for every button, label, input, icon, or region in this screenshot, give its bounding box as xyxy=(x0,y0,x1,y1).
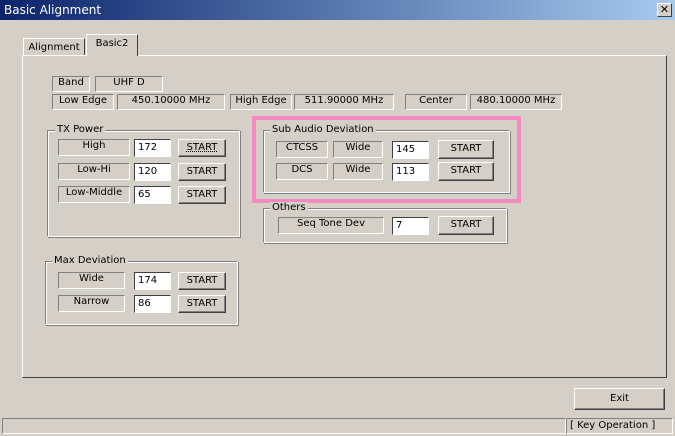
ctcss-mode: Wide xyxy=(333,141,383,158)
close-button[interactable]: ✕ xyxy=(657,3,672,17)
status-mode: [ Key Operation ] xyxy=(566,418,673,434)
tx-high-label: High xyxy=(58,139,130,156)
dcs-input[interactable]: 113 xyxy=(392,163,429,181)
window-title: Basic Alignment xyxy=(4,3,102,17)
exit-button[interactable]: Exit xyxy=(574,388,665,410)
ctcss-label: CTCSS xyxy=(276,141,328,158)
tab-alignment[interactable]: Alignment xyxy=(23,38,85,55)
high-edge-label: High Edge xyxy=(230,94,292,110)
tx-low-hi-input[interactable]: 120 xyxy=(134,163,171,181)
others-title: Others xyxy=(270,202,308,214)
seq-tone-dev-input[interactable]: 7 xyxy=(392,217,429,235)
max-dev-narrow-input[interactable]: 86 xyxy=(134,295,171,313)
tx-low-middle-start-button[interactable]: START xyxy=(178,186,226,204)
max-deviation-title: Max Deviation xyxy=(52,255,128,267)
tx-high-input[interactable]: 172 xyxy=(134,139,171,157)
max-dev-narrow-label: Narrow xyxy=(58,295,125,312)
tab-basic2[interactable]: Basic2 xyxy=(86,34,138,56)
tx-power-title: TX Power xyxy=(55,124,106,136)
center-value: 480.10000 MHz xyxy=(470,94,562,110)
dcs-mode: Wide xyxy=(333,163,383,180)
band-value: UHF D xyxy=(95,76,163,92)
ctcss-start-button[interactable]: START xyxy=(438,140,494,159)
max-dev-wide-start-button[interactable]: START xyxy=(178,272,226,290)
seq-tone-dev-start-button[interactable]: START xyxy=(438,216,494,235)
dcs-label: DCS xyxy=(276,163,328,180)
sub-audio-title: Sub Audio Deviation xyxy=(270,124,376,136)
max-dev-narrow-start-button[interactable]: START xyxy=(178,295,226,313)
tx-low-hi-label: Low-Hi xyxy=(58,163,130,180)
tx-high-start-button[interactable]: START xyxy=(178,139,226,157)
seq-tone-dev-label: Seq Tone Dev xyxy=(278,217,384,234)
title-bar: Basic Alignment xyxy=(0,0,675,20)
tx-low-hi-start-button[interactable]: START xyxy=(178,163,226,181)
ctcss-input[interactable]: 145 xyxy=(392,141,429,159)
dcs-start-button[interactable]: START xyxy=(438,162,494,181)
tab-basic2-label: Basic2 xyxy=(95,38,129,49)
high-edge-value: 511.90000 MHz xyxy=(294,94,394,110)
tx-low-middle-label: Low-Middle xyxy=(58,186,130,203)
low-edge-value: 450.10000 MHz xyxy=(117,94,225,110)
low-edge-label: Low Edge xyxy=(52,94,114,110)
close-icon: ✕ xyxy=(659,3,670,16)
status-bar xyxy=(2,418,566,434)
band-label: Band xyxy=(52,76,90,92)
max-deviation-group xyxy=(45,261,238,325)
tx-low-middle-input[interactable]: 65 xyxy=(134,186,171,204)
max-dev-wide-input[interactable]: 174 xyxy=(134,272,171,290)
tab-alignment-label: Alignment xyxy=(28,42,80,53)
max-dev-wide-label: Wide xyxy=(58,272,125,289)
center-label: Center xyxy=(405,94,467,110)
